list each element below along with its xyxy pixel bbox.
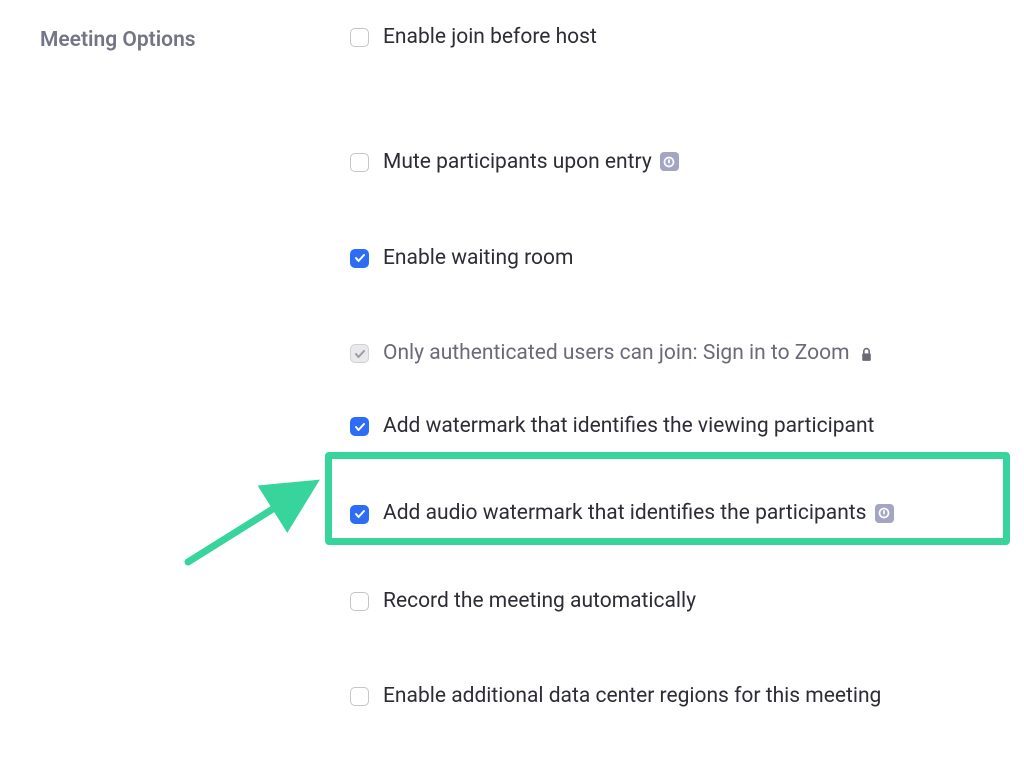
label-auto-record: Record the meeting automatically bbox=[383, 588, 696, 615]
checkbox-join-before-host[interactable] bbox=[350, 28, 369, 47]
checkbox-mute-on-entry[interactable] bbox=[350, 153, 369, 172]
checkbox-video-watermark[interactable] bbox=[350, 417, 369, 436]
checkbox-data-center[interactable] bbox=[350, 687, 369, 706]
label-audio-watermark: Add audio watermark that identifies the … bbox=[383, 500, 867, 527]
lock-icon bbox=[860, 347, 873, 362]
label-data-center: Enable additional data center regions fo… bbox=[383, 683, 881, 710]
checkbox-auto-record[interactable] bbox=[350, 592, 369, 611]
checkbox-audio-watermark[interactable] bbox=[350, 505, 369, 524]
info-icon[interactable] bbox=[875, 504, 894, 523]
checkbox-waiting-room[interactable] bbox=[350, 249, 369, 268]
label-video-watermark: Add watermark that identifies the viewin… bbox=[383, 413, 874, 440]
label-waiting-room: Enable waiting room bbox=[383, 245, 573, 272]
label-mute-on-entry: Mute participants upon entry bbox=[383, 149, 652, 176]
checkbox-authenticated-only bbox=[350, 344, 369, 363]
label-join-before-host: Enable join before host bbox=[383, 24, 597, 51]
meeting-options-list: Enable join before host Mute participant… bbox=[350, 20, 1024, 778]
section-label-meeting-options: Meeting Options bbox=[40, 20, 350, 778]
label-authenticated-only: Only authenticated users can join: Sign … bbox=[383, 340, 850, 367]
info-icon[interactable] bbox=[660, 152, 679, 171]
